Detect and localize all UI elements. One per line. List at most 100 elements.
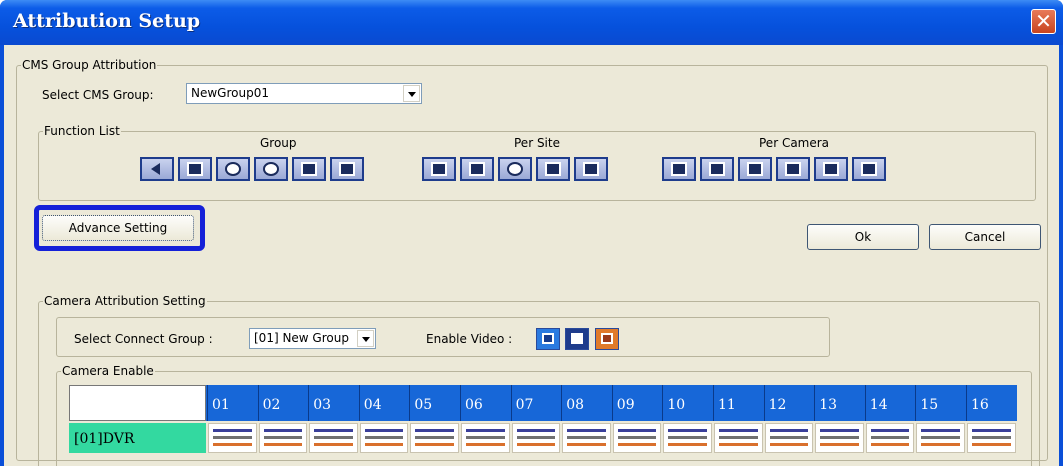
dialog-body: CMS Group Attribution Select CMS Group: … — [4, 45, 1059, 466]
status-line — [617, 443, 657, 446]
camera-enable-cell[interactable] — [815, 423, 864, 453]
chevron-down-icon[interactable] — [357, 330, 374, 347]
window-title: Attribution Setup — [13, 10, 201, 32]
status-line — [567, 443, 606, 446]
camera-column-header[interactable]: 04 — [358, 385, 410, 421]
camera-column-header[interactable]: 14 — [864, 385, 916, 421]
back-arrow-icon[interactable] — [565, 328, 589, 350]
status-line — [972, 436, 1011, 439]
group-section-label: Group — [260, 136, 297, 150]
status-line — [617, 429, 657, 432]
header-blank-cell — [69, 385, 206, 421]
speaker-icon[interactable] — [852, 157, 886, 181]
camera-enable-cell[interactable] — [612, 423, 662, 453]
playback-icon[interactable] — [738, 157, 772, 181]
enable-video-label: Enable Video : — [426, 332, 513, 346]
status-line — [263, 443, 303, 446]
camera-column-header[interactable]: 09 — [611, 385, 663, 421]
tilt-icon[interactable] — [814, 157, 848, 181]
status-line — [415, 436, 454, 439]
network-icon[interactable] — [422, 157, 456, 181]
camera-enable-cell[interactable] — [258, 423, 308, 453]
keyboard-icon[interactable] — [776, 157, 810, 181]
back-arrow-icon[interactable] — [140, 157, 174, 181]
status-line — [415, 443, 454, 446]
camera-enable-cell[interactable] — [562, 423, 611, 453]
status-line — [314, 436, 353, 439]
search-icon[interactable] — [536, 157, 570, 181]
camera-column-header[interactable]: 12 — [763, 385, 815, 421]
status-line — [719, 443, 758, 446]
status-line — [921, 443, 960, 446]
status-line — [769, 436, 809, 439]
display-icon[interactable] — [536, 328, 560, 350]
camera-column-header[interactable]: 03 — [308, 385, 359, 421]
cms-group-value: NewGroup01 — [191, 86, 269, 100]
status-line — [668, 429, 707, 432]
status-line — [567, 429, 606, 432]
per-site-section-label: Per Site — [514, 136, 560, 150]
camera-icon[interactable] — [460, 157, 494, 181]
camera-icon[interactable] — [595, 328, 619, 350]
camera-enable-cell[interactable] — [714, 423, 763, 453]
globe-icon[interactable] — [216, 157, 250, 181]
status-line — [466, 429, 505, 432]
status-line — [769, 429, 809, 432]
edit-window-icon[interactable] — [700, 157, 734, 181]
status-line — [567, 436, 606, 439]
camera-column-header[interactable]: 10 — [662, 385, 713, 421]
camera-column-header[interactable]: 15 — [915, 385, 966, 421]
status-line — [364, 443, 404, 446]
settings-icon[interactable] — [498, 157, 532, 181]
connect-group-select[interactable]: [01] New Group — [249, 328, 376, 349]
status-line — [972, 443, 1011, 446]
camera-column-header[interactable]: 07 — [510, 385, 562, 421]
record-icon[interactable] — [574, 157, 608, 181]
camera-enable-cell[interactable] — [309, 423, 358, 453]
cms-group-select[interactable]: NewGroup01 — [186, 83, 422, 104]
camera-enable-cell[interactable] — [461, 423, 510, 453]
status-line — [213, 436, 252, 439]
fullscreen-icon[interactable] — [662, 157, 696, 181]
monitor-grid-icon[interactable] — [178, 157, 212, 181]
function-list-legend: Function List — [43, 124, 121, 139]
status-line — [364, 429, 404, 432]
select-cms-group-label: Select CMS Group: — [42, 88, 154, 102]
status-line — [769, 443, 809, 446]
camera-column-header[interactable]: 11 — [713, 385, 764, 421]
dvr-row-label[interactable]: [01]DVR — [69, 423, 206, 453]
camera-enable-cell[interactable] — [967, 423, 1016, 453]
cancel-button[interactable]: Cancel — [929, 224, 1041, 250]
status-line — [972, 429, 1011, 432]
advance-setting-button[interactable]: Advance Setting — [42, 215, 194, 241]
camera-enable-cell[interactable] — [359, 423, 409, 453]
ok-button[interactable]: Ok — [807, 224, 919, 250]
title-bar: Attribution Setup ✕ — [0, 0, 1063, 45]
camera-column-header[interactable]: 06 — [460, 385, 511, 421]
status-line — [466, 436, 505, 439]
camera-enable-cell[interactable] — [208, 423, 257, 453]
camera-column-header[interactable]: 16 — [966, 385, 1017, 421]
camera-attribution-legend: Camera Attribution Setting — [43, 294, 207, 309]
cms-group-legend: CMS Group Attribution — [21, 58, 158, 73]
camera-enable-cell[interactable] — [663, 423, 712, 453]
camera-column-header[interactable]: 02 — [257, 385, 309, 421]
camera-column-header[interactable]: 08 — [561, 385, 612, 421]
status-line — [617, 436, 657, 439]
camera-column-header[interactable]: 05 — [409, 385, 460, 421]
camera-column-header[interactable]: 01 — [207, 385, 258, 421]
chevron-down-icon[interactable] — [403, 85, 420, 102]
status-line — [415, 429, 454, 432]
camera-column-header[interactable]: 13 — [814, 385, 865, 421]
lock-icon[interactable] — [330, 157, 364, 181]
camera-enable-cell[interactable] — [916, 423, 965, 453]
camera-enable-cell[interactable] — [410, 423, 459, 453]
status-line — [719, 436, 758, 439]
camera-enable-cell[interactable] — [865, 423, 915, 453]
camera-enable-cell[interactable] — [511, 423, 561, 453]
close-icon[interactable]: ✕ — [1031, 9, 1056, 34]
status-line — [213, 429, 252, 432]
edit-icon[interactable] — [292, 157, 326, 181]
camera-enable-cell[interactable] — [764, 423, 814, 453]
clock-icon[interactable] — [254, 157, 288, 181]
